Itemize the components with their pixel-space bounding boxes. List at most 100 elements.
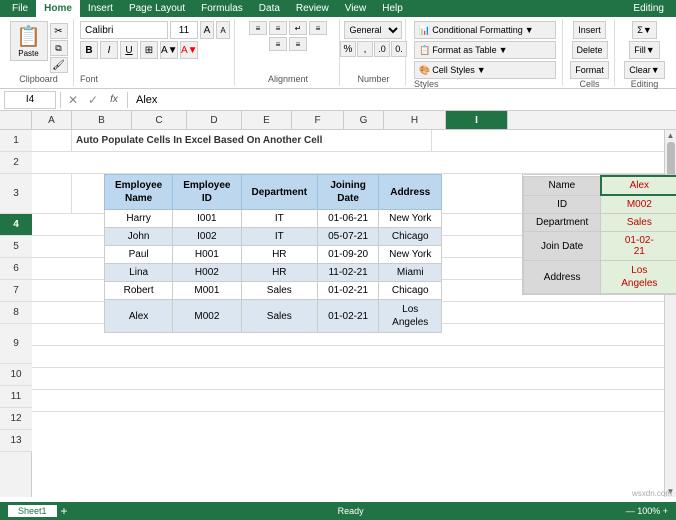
row4-address[interactable]: New York	[379, 210, 442, 228]
col-header-i[interactable]: I	[446, 111, 508, 129]
row-header-6[interactable]: 6	[0, 258, 32, 280]
delete-cells-button[interactable]: Delete	[572, 41, 608, 59]
info-value-address[interactable]: LosAngeles	[601, 261, 676, 294]
font-name-input[interactable]	[80, 21, 168, 39]
scroll-up-arrow[interactable]: ▲	[667, 131, 675, 140]
insert-cells-button[interactable]: Insert	[573, 21, 606, 39]
row9-name[interactable]: Alex	[105, 300, 173, 333]
format-as-table-button[interactable]: 📋Format as Table▼	[414, 41, 556, 59]
tab-formulas[interactable]: Formulas	[193, 0, 251, 17]
row9-address[interactable]: LosAngeles	[379, 300, 442, 333]
decrease-font-button[interactable]: A	[216, 21, 230, 39]
sheet-tab[interactable]: Sheet1	[8, 505, 57, 517]
align-top-center-button[interactable]: ≡	[269, 21, 287, 35]
underline-button[interactable]: U	[120, 41, 138, 59]
format-painter-button[interactable]: 🖌	[50, 57, 68, 73]
row5-id[interactable]: I002	[173, 228, 241, 246]
align-top-left-button[interactable]: ≡	[249, 21, 267, 35]
row6-id[interactable]: H001	[173, 246, 241, 264]
cut-button[interactable]: ✂	[50, 23, 68, 39]
row8-date[interactable]: 01-02-21	[318, 282, 379, 300]
cell-a3[interactable]	[32, 174, 72, 213]
confirm-formula-button[interactable]: ✓	[85, 93, 101, 107]
conditional-formatting-button[interactable]: 📊Conditional Formatting▼	[414, 21, 556, 39]
tab-review[interactable]: Review	[288, 0, 337, 17]
percent-button[interactable]: %	[340, 41, 356, 57]
info-value-dept[interactable]: Sales	[601, 214, 676, 232]
tab-page-layout[interactable]: Page Layout	[121, 0, 193, 17]
bold-button[interactable]: B	[80, 41, 98, 59]
insert-function-button[interactable]: fx	[105, 94, 123, 105]
row-header-5[interactable]: 5	[0, 236, 32, 258]
tab-data[interactable]: Data	[251, 0, 288, 17]
col-header-g[interactable]: G	[344, 111, 384, 129]
row9-id[interactable]: M002	[173, 300, 241, 333]
plus-sheet-button[interactable]: +	[61, 504, 68, 518]
row8-address[interactable]: Chicago	[379, 282, 442, 300]
paste-button[interactable]: 📋 Paste	[10, 21, 48, 61]
info-value-id[interactable]: M002	[601, 195, 676, 214]
row8-dept[interactable]: Sales	[241, 282, 318, 300]
cell-styles-button[interactable]: 🎨Cell Styles▼	[414, 61, 556, 79]
row6-date[interactable]: 01-09-20	[318, 246, 379, 264]
col-header-h[interactable]: H	[384, 111, 446, 129]
fill-button[interactable]: Fill▼	[629, 41, 659, 59]
row5-date[interactable]: 05-07-21	[318, 228, 379, 246]
col-header-a[interactable]: A	[32, 111, 72, 129]
row5-address[interactable]: Chicago	[379, 228, 442, 246]
row-header-3[interactable]: 3	[0, 174, 32, 214]
italic-button[interactable]: I	[100, 41, 118, 59]
col-header-f[interactable]: F	[292, 111, 344, 129]
autosum-button[interactable]: Σ▼	[632, 21, 656, 39]
row-header-9[interactable]: 9	[0, 324, 32, 364]
row-header-13[interactable]: 13	[0, 430, 32, 452]
row-header-1[interactable]: 1	[0, 130, 32, 152]
row5-dept[interactable]: IT	[241, 228, 318, 246]
tab-file[interactable]: File	[4, 0, 36, 17]
row7-address[interactable]: Miami	[379, 264, 442, 282]
decrease-decimal-button[interactable]: 0.	[391, 41, 407, 57]
info-value-joindate[interactable]: 01-02-21	[601, 232, 676, 261]
format-cells-button[interactable]: Format	[570, 61, 609, 79]
info-value-name[interactable]: Alex	[601, 176, 676, 195]
align-left-button[interactable]: ≡	[309, 21, 327, 35]
row-header-2[interactable]: 2	[0, 152, 32, 174]
tab-insert[interactable]: Insert	[80, 0, 121, 17]
row4-dept[interactable]: IT	[241, 210, 318, 228]
copy-button[interactable]: ⧉	[50, 40, 68, 56]
row-header-4[interactable]: 4	[0, 214, 32, 236]
align-right-button[interactable]: ≡	[289, 37, 307, 51]
align-center-button[interactable]: ≡	[269, 37, 287, 51]
row-header-12[interactable]: 12	[0, 408, 32, 430]
comma-button[interactable]: ,	[357, 41, 373, 57]
tab-help[interactable]: Help	[374, 0, 411, 17]
row8-name[interactable]: Robert	[105, 282, 173, 300]
font-color-button[interactable]: A▼	[180, 41, 198, 59]
row-header-8[interactable]: 8	[0, 302, 32, 324]
number-format-select[interactable]: General Number Currency	[344, 21, 402, 39]
row9-dept[interactable]: Sales	[241, 300, 318, 333]
row-header-11[interactable]: 11	[0, 386, 32, 408]
increase-font-button[interactable]: A	[200, 21, 214, 39]
row4-date[interactable]: 01-06-21	[318, 210, 379, 228]
col-header-e[interactable]: E	[242, 111, 292, 129]
formula-input[interactable]	[132, 94, 672, 106]
tab-view[interactable]: View	[337, 0, 375, 17]
col-header-c[interactable]: C	[132, 111, 187, 129]
clear-button[interactable]: Clear▼	[624, 61, 664, 79]
fill-color-button[interactable]: A▼	[160, 41, 178, 59]
row-header-7[interactable]: 7	[0, 280, 32, 302]
row7-name[interactable]: Lina	[105, 264, 173, 282]
row4-id[interactable]: I001	[173, 210, 241, 228]
align-top-right-button[interactable]: ↵	[289, 21, 307, 35]
row6-name[interactable]: Paul	[105, 246, 173, 264]
row4-name[interactable]: Harry	[105, 210, 173, 228]
row8-id[interactable]: M001	[173, 282, 241, 300]
row7-id[interactable]: H002	[173, 264, 241, 282]
border-button[interactable]: ⊞	[140, 41, 158, 59]
row7-dept[interactable]: HR	[241, 264, 318, 282]
row-header-10[interactable]: 10	[0, 364, 32, 386]
row5-name[interactable]: John	[105, 228, 173, 246]
row9-date[interactable]: 01-02-21	[318, 300, 379, 333]
row6-dept[interactable]: HR	[241, 246, 318, 264]
